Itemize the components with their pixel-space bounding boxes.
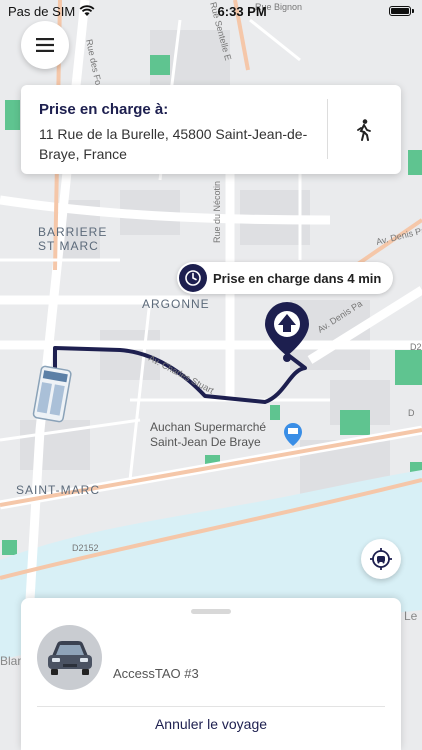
divider <box>327 99 328 159</box>
pickup-title: Prise en charge à: <box>39 101 169 118</box>
map-label-d2152: D2152 <box>72 543 99 553</box>
map-label-le: Le <box>404 609 418 623</box>
pickup-info: Prise en charge à: 11 Rue de la Burelle,… <box>39 101 321 164</box>
vehicle-name: AccessTAO #3 <box>113 666 199 681</box>
map-label-d: D <box>408 408 415 418</box>
eta-badge: Prise en charge dans 4 min <box>177 262 394 294</box>
pickup-address: 11 Rue de la Burelle, 45800 Saint-Jean-d… <box>39 126 308 162</box>
car-icon <box>47 640 92 675</box>
menu-button[interactable] <box>21 21 69 69</box>
map-label-argonne: ARGONNE <box>142 297 210 311</box>
carrier-label: Pas de SIM <box>8 3 76 19</box>
map-label-rue-necotin: Rue du Nécotin <box>212 181 222 243</box>
map-label-d2: D2 <box>410 342 422 352</box>
battery-icon <box>389 6 414 16</box>
divider <box>37 706 385 707</box>
walking-directions-button[interactable] <box>349 115 379 145</box>
map-label-auchan-line1: Auchan Supermarché <box>150 420 266 434</box>
hamburger-menu-icon <box>36 38 54 52</box>
eta-text: Prise en charge dans 4 min <box>213 270 382 286</box>
pickup-card[interactable]: Prise en charge à: 11 Rue de la Burelle,… <box>21 85 401 174</box>
carrier-group: Pas de SIM <box>8 4 95 19</box>
recenter-button[interactable] <box>361 539 401 579</box>
status-bar: Pas de SIM 6:33 PM <box>0 0 422 22</box>
map-label-auchan-line2: Saint-Jean De Braye <box>150 435 261 449</box>
clock-time: 6:33 PM <box>217 3 267 19</box>
walking-person-icon <box>357 119 371 141</box>
clock-icon <box>179 264 207 292</box>
cancel-trip-button[interactable]: Annuler le voyage <box>21 716 401 732</box>
trip-bottom-sheet[interactable]: AccessTAO #3 Annuler le voyage <box>21 598 401 750</box>
vehicle-avatar <box>37 625 102 690</box>
map-label-saint-marc: SAINT-MARC <box>16 483 100 497</box>
sheet-drag-handle[interactable] <box>191 609 231 614</box>
map-label-st-marc: ST MARC <box>38 239 99 253</box>
locate-vehicle-icon <box>370 548 392 570</box>
map-label-barriere: BARRIERE <box>38 225 107 239</box>
wifi-icon <box>79 5 95 16</box>
